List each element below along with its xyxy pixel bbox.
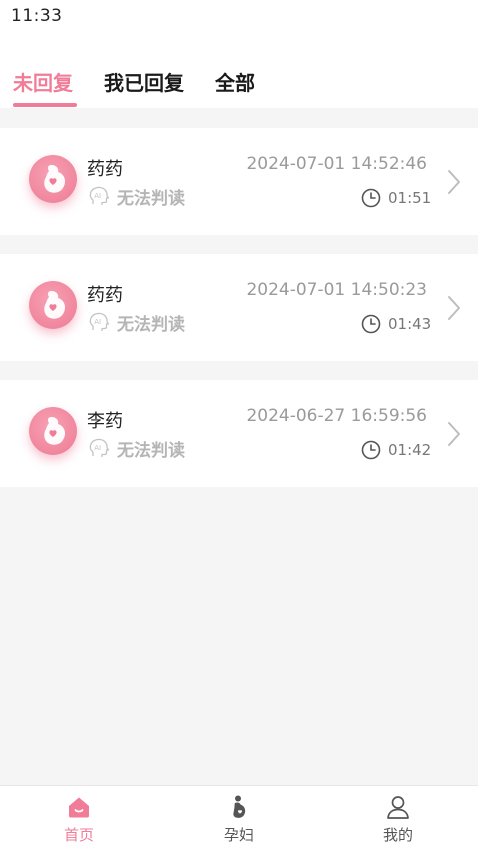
clock-icon — [361, 188, 381, 208]
record-duration: 01:42 — [388, 441, 432, 459]
tab-replied[interactable]: 我已回复 — [104, 67, 184, 96]
nav-home[interactable]: 首页 — [29, 786, 129, 851]
record-duration: 01:51 — [388, 189, 432, 207]
record-datetime: 2024-07-01 14:52:46 — [246, 154, 427, 174]
clock-icon — [361, 440, 381, 460]
svg-text:AI: AI — [94, 318, 101, 326]
list-item[interactable]: 药药 AI 无法判读 2024-07-01 14:50:23 01:43 — [0, 254, 478, 361]
bottom-nav: 首页 孕妇 我的 — [0, 785, 478, 851]
active-tab-indicator — [13, 103, 77, 107]
record-datetime: 2024-06-27 16:59:56 — [246, 406, 427, 426]
record-duration: 01:43 — [388, 315, 432, 333]
patient-name: 李药 — [87, 411, 123, 432]
record-list: 药药 AI 无法判读 2024-07-01 14:52:46 01:51 药药 … — [0, 128, 478, 506]
status-time: 11:33 — [11, 6, 63, 26]
tab-unreplied[interactable]: 未回复 — [13, 67, 73, 96]
ai-status-label: 无法判读 — [117, 189, 185, 209]
nav-profile-label: 我的 — [382, 826, 413, 844]
patient-name: 药药 — [87, 159, 123, 180]
home-icon — [69, 797, 89, 818]
nav-home-label: 首页 — [63, 826, 94, 844]
patient-name: 药药 — [87, 285, 123, 306]
chevron-right-icon — [448, 296, 460, 320]
tab-bar: 未回复 我已回复 全部 — [0, 34, 478, 108]
clock-icon — [361, 314, 381, 334]
pregnant-icon — [233, 795, 246, 818]
list-item[interactable]: 药药 AI 无法判读 2024-07-01 14:52:46 01:51 — [0, 128, 478, 235]
chevron-right-icon — [448, 170, 460, 194]
nav-pregnant-label: 孕妇 — [223, 826, 254, 844]
ai-status-label: 无法判读 — [117, 315, 185, 335]
pregnant-avatar-icon — [29, 407, 77, 455]
ai-head-icon: AI — [89, 186, 110, 205]
ai-status-label: 无法判读 — [117, 441, 185, 461]
status-bar: 11:33 — [0, 0, 478, 34]
pregnant-avatar-icon — [29, 155, 77, 203]
chevron-right-icon — [448, 422, 460, 446]
nav-profile[interactable]: 我的 — [348, 786, 448, 851]
pregnant-avatar-icon — [29, 281, 77, 329]
ai-head-icon: AI — [89, 438, 110, 457]
tab-all[interactable]: 全部 — [215, 67, 255, 96]
svg-text:AI: AI — [94, 444, 101, 452]
profile-icon — [387, 796, 409, 819]
list-item[interactable]: 李药 AI 无法判读 2024-06-27 16:59:56 01:42 — [0, 380, 478, 487]
record-datetime: 2024-07-01 14:50:23 — [246, 280, 427, 300]
nav-pregnant[interactable]: 孕妇 — [189, 786, 289, 851]
ai-head-icon: AI — [89, 312, 110, 331]
svg-text:AI: AI — [94, 192, 101, 200]
